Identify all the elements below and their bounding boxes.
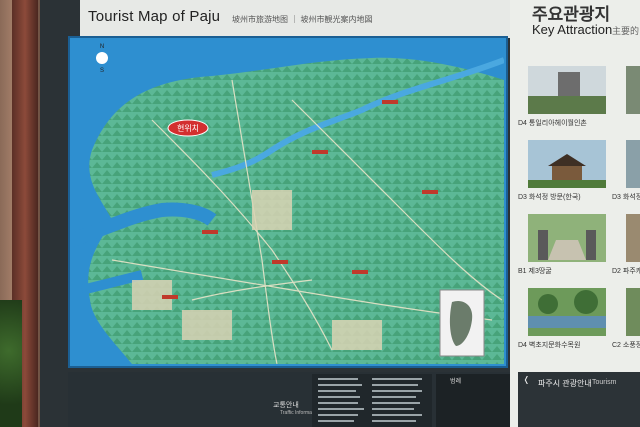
attraction-photo-side-2 (626, 140, 640, 188)
attraction-photo-side-4 (626, 288, 640, 336)
attraction-caption-4: D4 벽초지문화수목원 (518, 342, 581, 349)
legend-title: 범례 (450, 379, 462, 385)
shrub (0, 300, 22, 427)
map-title: Tourist Map of Paju (88, 8, 221, 25)
transport-title: 교통안내 (273, 402, 299, 409)
attraction-photo-3 (528, 214, 606, 262)
attraction-photo-2 (528, 140, 606, 188)
info-icon: ❬ (523, 375, 530, 384)
svg-text:N: N (100, 44, 104, 50)
legend-box (436, 374, 510, 427)
attraction-photo-4 (528, 288, 606, 336)
attraction-photo-1 (528, 66, 606, 114)
current-location-label: 현위치 (177, 124, 199, 133)
side-caption-1: D3 화석정 (612, 194, 640, 201)
tourism-info-subtitle: Tourism (592, 379, 617, 386)
tourism-info-title: 파주시 관광안내 (538, 379, 592, 388)
map-subtitle: 坡州市旅游地图 ｜ 坡州市観光案内地図 (232, 15, 373, 24)
side-caption-3: C2 소풍정 (612, 342, 640, 349)
side-caption-2: D2 파주캐 (612, 268, 640, 275)
attraction-photo-side-3 (626, 214, 640, 262)
attractions-title-cn: 主要的 (612, 26, 640, 36)
svg-text:S: S (100, 68, 104, 74)
transport-list (312, 374, 432, 427)
photo: Tourist Map of Paju 坡州市旅游地图 ｜ 坡州市観光案内地図 (0, 0, 640, 427)
attraction-caption-1: D4 통일리아헤이월인촌 (518, 120, 587, 127)
attractions-title-en: Key Attraction (532, 22, 613, 37)
attraction-caption-3: B1 제3땅굴 (518, 268, 552, 275)
paju-map: 현위치 N S (72, 40, 504, 364)
attraction-photo-side-1 (626, 66, 640, 114)
attraction-caption-2: D3 화석정 방문(한국) (518, 194, 581, 201)
